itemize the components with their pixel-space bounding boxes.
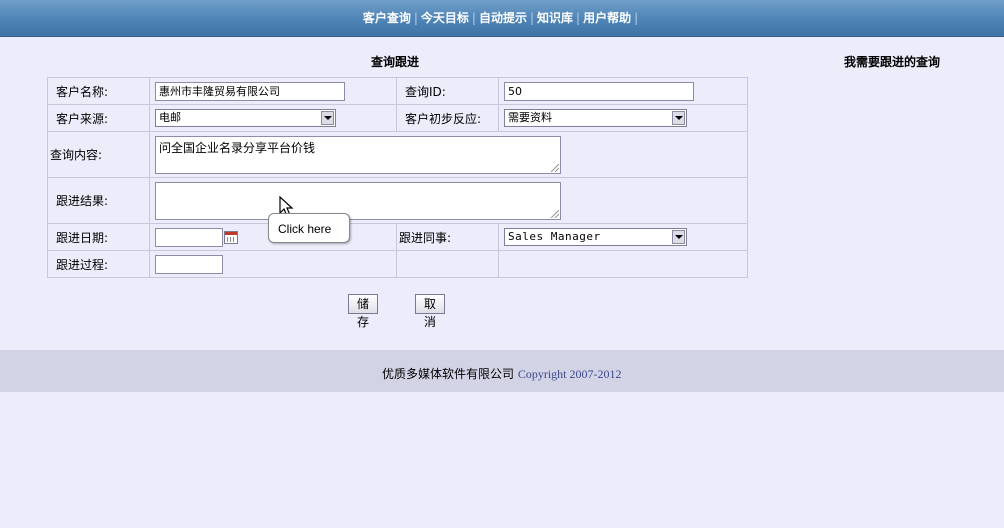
initial-reaction-select[interactable]: 需要资料 <box>504 109 687 127</box>
chevron-down-icon[interactable] <box>321 111 334 125</box>
initial-reaction-label: 客户初步反应: <box>396 104 499 132</box>
follow-date-label: 跟进日期: <box>47 223 150 251</box>
cancel-button[interactable]: 取消 <box>415 294 445 329</box>
save-button[interactable]: 储存 <box>348 294 378 329</box>
follow-process-input[interactable] <box>155 254 223 274</box>
empty-cell <box>498 250 748 278</box>
follow-result-textarea[interactable] <box>155 181 561 220</box>
customer-source-select[interactable]: 电邮 <box>155 109 336 127</box>
click-here-tooltip: Click here <box>268 213 350 243</box>
nav-user-help[interactable]: 用户帮助 <box>583 11 631 25</box>
follow-result-label: 跟进结果: <box>47 177 150 224</box>
nav-menu: 客户查询 | 今天目标 | 自动提示 | 知识库 | 用户帮助 | <box>0 9 1004 26</box>
chevron-down-icon[interactable] <box>672 111 685 125</box>
customer-source-value: 电邮 <box>159 111 181 124</box>
my-followups-link[interactable]: 我需要跟进的查询 <box>844 53 940 70</box>
follow-date-input[interactable] <box>155 227 223 247</box>
initial-reaction-value: 需要资料 <box>508 111 552 124</box>
nav-separator: | <box>634 11 639 25</box>
empty-cell <box>396 250 499 278</box>
customer-name-label: 客户名称: <box>47 77 150 105</box>
nav-today-goals[interactable]: 今天目标 <box>421 11 469 25</box>
chevron-down-icon[interactable] <box>672 230 685 244</box>
colleague-value: Sales Manager <box>508 230 601 243</box>
inquiry-content-label: 查询内容: <box>47 131 150 178</box>
footer-company: 优质多媒体软件有限公司 <box>382 367 515 381</box>
customer-source-label: 客户来源: <box>47 104 150 132</box>
page-title: 查询跟进 <box>371 55 420 69</box>
nav-separator: | <box>471 11 476 25</box>
colleague-select[interactable]: Sales Manager <box>504 228 687 246</box>
calendar-icon[interactable] <box>224 230 238 244</box>
colleague-label: 跟进同事: <box>396 223 499 251</box>
follow-process-label: 跟进过程: <box>47 250 150 278</box>
nav-separator: | <box>576 11 581 25</box>
nav-auto-reminder[interactable]: 自动提示 <box>479 11 527 25</box>
resize-grip-icon[interactable] <box>551 163 559 172</box>
customer-name-input[interactable] <box>155 81 345 101</box>
nav-customer-query[interactable]: 客户查询 <box>363 11 411 25</box>
top-nav-bar: 客户查询 | 今天目标 | 自动提示 | 知识库 | 用户帮助 | <box>0 0 1004 37</box>
footer-text: 优质多媒体软件有限公司 Copyright 2007-2012 <box>382 365 622 382</box>
footer: 优质多媒体软件有限公司 Copyright 2007-2012 <box>0 350 1004 392</box>
nav-separator: | <box>529 11 535 25</box>
inquiry-id-input[interactable] <box>504 81 694 101</box>
inquiry-content-value: 问全国企业名录分享平台价钱 <box>159 140 316 155</box>
resize-grip-icon[interactable] <box>551 209 559 218</box>
followup-form-table: 客户名称: 查询ID: 客户来源: 电邮 客户初步反应: 需要资料 查询内容: … <box>47 77 748 278</box>
footer-copyright: Copyright 2007-2012 <box>517 367 622 381</box>
nav-knowledge-base[interactable]: 知识库 <box>537 11 573 25</box>
inquiry-id-label: 查询ID: <box>396 77 499 105</box>
nav-separator: | <box>413 11 418 25</box>
inquiry-content-textarea[interactable]: 问全国企业名录分享平台价钱 <box>155 135 561 174</box>
